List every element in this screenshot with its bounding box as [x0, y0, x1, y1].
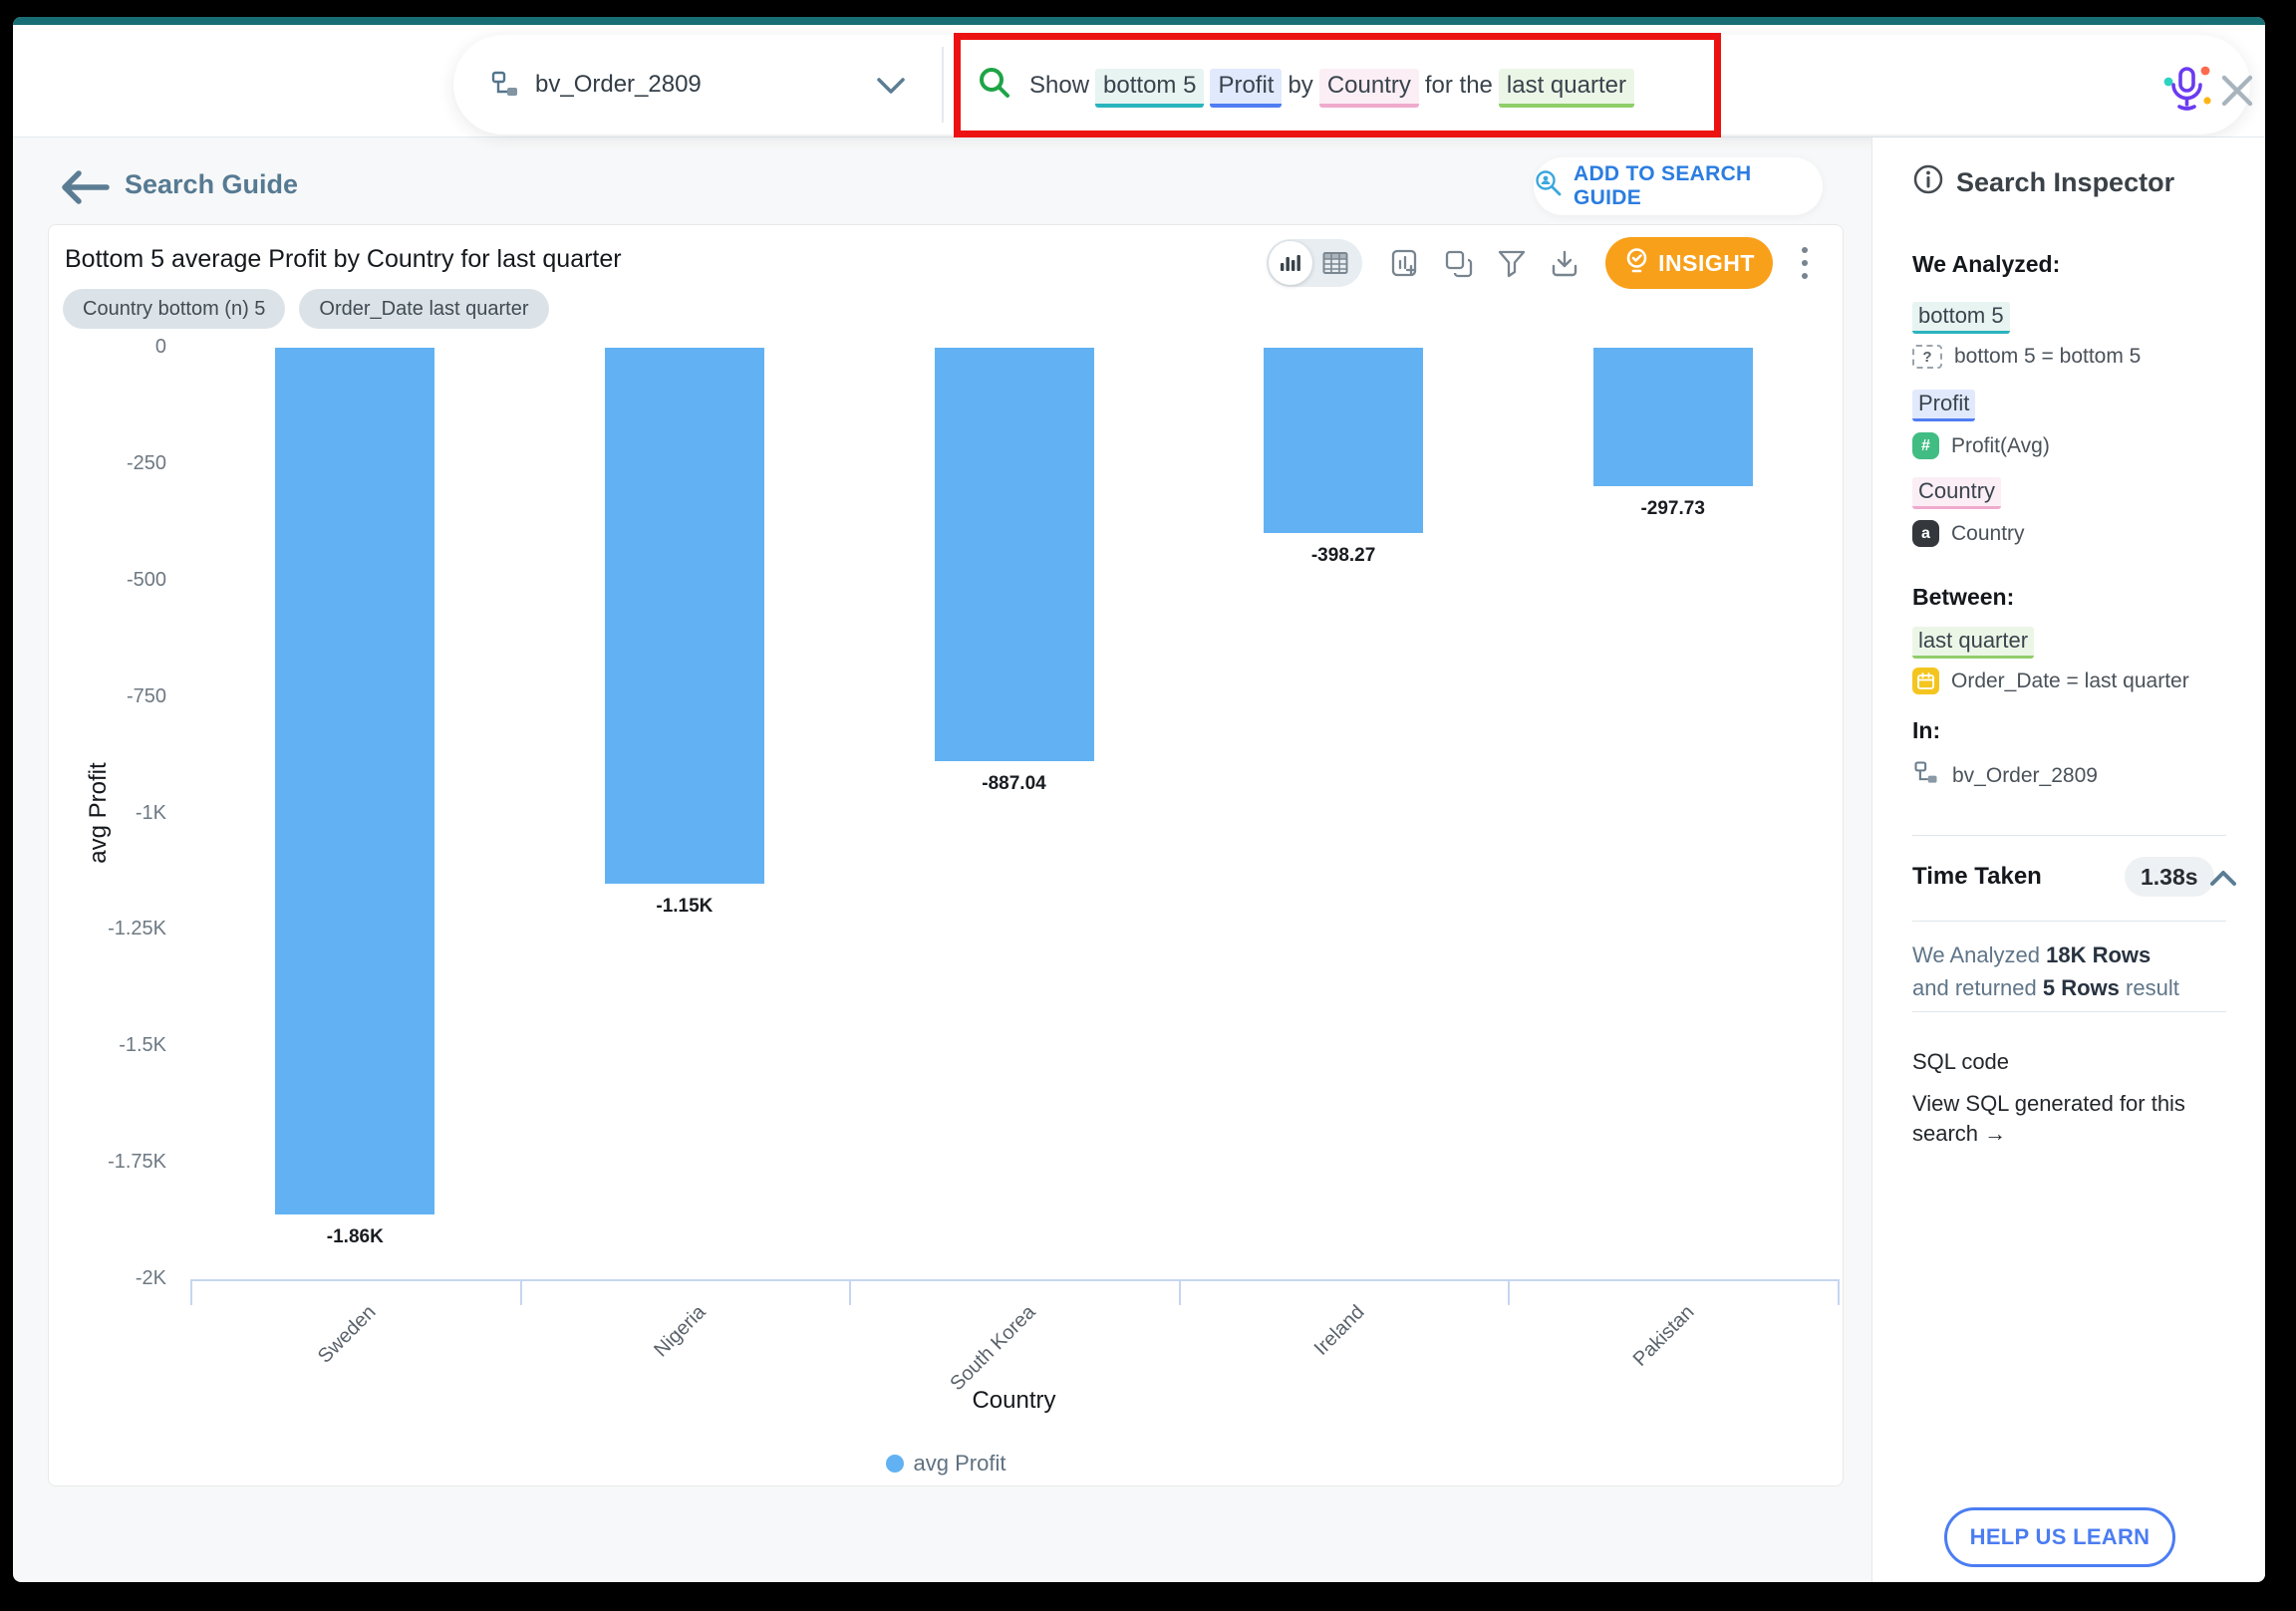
- divider: [1912, 921, 2226, 922]
- y-axis-tick-label: -1.5K: [57, 1034, 166, 1057]
- sql-code-label: SQL code: [1912, 1049, 2009, 1075]
- x-axis-line: [190, 1279, 1838, 1281]
- legend-marker: [886, 1455, 904, 1473]
- between-detail-row: Order_Date = last quarter: [1912, 668, 2189, 694]
- query-token-measure[interactable]: Profit: [1210, 69, 1282, 108]
- result-card: Bottom 5 average Profit by Country for l…: [48, 224, 1844, 1486]
- inspector-detail-text: Country: [1951, 522, 2025, 546]
- x-axis-tick: [1179, 1279, 1181, 1305]
- view-sql-link[interactable]: View SQL generated for this search →: [1912, 1089, 2211, 1149]
- inspector-detail-text: bottom 5 = bottom 5: [1954, 345, 2141, 369]
- measure-icon: #: [1912, 432, 1939, 459]
- x-axis-category-label: Pakistan: [1528, 1301, 1699, 1473]
- search-icon: [977, 65, 1012, 106]
- calendar-icon: [1912, 668, 1939, 694]
- time-taken-label: Time Taken: [1912, 863, 2042, 891]
- bar-sweden[interactable]: [275, 348, 434, 1214]
- business-view-icon: [489, 69, 521, 106]
- divider: [1912, 1011, 2226, 1012]
- arrow-right-icon: →: [1984, 1121, 2006, 1146]
- x-axis-title: Country: [905, 1387, 1124, 1415]
- x-axis-tick: [190, 1279, 192, 1305]
- chevron-up-icon[interactable]: [2209, 869, 2237, 892]
- inspector-detail-text: Profit(Avg): [1951, 434, 2050, 458]
- page-title: Search Guide: [125, 169, 298, 200]
- y-axis-title: avg Profit: [85, 703, 113, 923]
- search-query-text: Showbottom 5ProfitbyCountryfor thelast q…: [1026, 72, 1637, 100]
- add-guide-label: ADD TO SEARCH GUIDE: [1574, 162, 1823, 210]
- bar-pakistan[interactable]: [1593, 348, 1753, 486]
- attribute-icon: a: [1912, 520, 1939, 547]
- between-detail: Order_Date = last quarter: [1951, 670, 2189, 693]
- y-axis-tick-label: 0: [57, 336, 166, 359]
- search-inspector-panel: Search Inspector We Analyzed: bottom 5? b…: [1871, 137, 2265, 1582]
- info-icon: [1912, 163, 1944, 202]
- chart-legend[interactable]: avg Profit: [49, 1451, 1843, 1477]
- query-word: Show: [1029, 72, 1089, 99]
- inspector-token-measure: Profit: [1912, 391, 1975, 416]
- inspector-header: Search Inspector: [1912, 163, 2174, 202]
- bar-chart-plot: 0-250-500-750-1K-1.25K-1.5K-1.75K-2K-1.8…: [49, 225, 1843, 1485]
- bar-value-label: -1.86K: [265, 1226, 444, 1248]
- close-icon[interactable]: [2219, 73, 2255, 109]
- voice-search-icon[interactable]: [2163, 63, 2211, 115]
- x-axis-category-label: Ireland: [1199, 1301, 1370, 1473]
- bar-south-korea[interactable]: [935, 348, 1094, 761]
- x-axis-category-label: Sweden: [210, 1301, 382, 1473]
- in-label: In:: [1912, 717, 1940, 744]
- bar-ireland[interactable]: [1264, 348, 1423, 533]
- x-axis-tick: [1838, 1279, 1840, 1305]
- rows-summary: We Analyzed 18K Rows and returned 5 Rows…: [1912, 939, 2179, 1004]
- inspector-detail-row: a Country: [1912, 520, 2025, 547]
- bar-value-label: -297.73: [1583, 498, 1763, 520]
- header-divider: [942, 47, 944, 123]
- chevron-down-icon[interactable]: [876, 77, 906, 100]
- app-window: bv_Order_2809 Showbottom 5ProfitbyCountr…: [13, 17, 2265, 1582]
- in-detail-row: bv_Order_2809: [1912, 759, 2098, 793]
- bar-value-label: -1.15K: [595, 896, 774, 918]
- query-token-time[interactable]: last quarter: [1499, 69, 1634, 108]
- we-analyzed-label: We Analyzed:: [1912, 251, 2060, 278]
- inspector-title: Search Inspector: [1956, 167, 2174, 198]
- legend-label: avg Profit: [914, 1451, 1006, 1477]
- x-axis-tick: [1508, 1279, 1510, 1305]
- back-arrow-icon[interactable]: [58, 169, 112, 210]
- bar-nigeria[interactable]: [605, 348, 764, 884]
- bar-value-label: -887.04: [925, 773, 1104, 795]
- y-axis-tick-label: -2K: [57, 1267, 166, 1290]
- screenshot-canvas: bv_Order_2809 Showbottom 5ProfitbyCountr…: [0, 0, 2296, 1611]
- bar-value-label: -398.27: [1254, 545, 1433, 567]
- between-token: last quarter: [1912, 628, 2034, 654]
- x-axis-tick: [849, 1279, 851, 1305]
- y-axis-tick-label: -250: [57, 452, 166, 475]
- help-us-learn-button[interactable]: HELP US LEARN: [1944, 1507, 2175, 1567]
- time-taken-badge: 1.38s: [2125, 857, 2214, 897]
- inspector-detail-row: # Profit(Avg): [1912, 432, 2050, 459]
- question-icon: ?: [1912, 345, 1942, 369]
- query-token-dimension[interactable]: Country: [1319, 69, 1419, 108]
- main-content: Search Guide ADD TO SEARCH GUIDE Bottom …: [13, 137, 1871, 1582]
- x-axis-category-label: Nigeria: [539, 1301, 711, 1473]
- business-view-icon: [1912, 759, 1940, 793]
- dataset-selector-value[interactable]: bv_Order_2809: [535, 71, 702, 99]
- between-label: Between:: [1912, 584, 2014, 611]
- y-axis-tick-label: -1.75K: [57, 1151, 166, 1174]
- query-word: for the: [1425, 72, 1493, 99]
- add-guide-icon: [1534, 168, 1564, 204]
- query-token-keyword[interactable]: bottom 5: [1095, 69, 1204, 108]
- top-accent-bar: [13, 17, 2265, 25]
- query-word: by: [1288, 72, 1312, 99]
- search-input[interactable]: Showbottom 5Profitby Countryfor thelast q…: [954, 33, 1721, 137]
- in-dataset-name: bv_Order_2809: [1952, 764, 2098, 788]
- x-axis-tick: [520, 1279, 522, 1305]
- inspector-token-dimension: Country: [1912, 478, 2001, 504]
- inspector-detail-row: ? bottom 5 = bottom 5: [1912, 345, 2141, 369]
- divider: [1912, 835, 2226, 836]
- top-search-header: bv_Order_2809 Showbottom 5Profitby Countr…: [13, 25, 2265, 137]
- y-axis-tick-label: -500: [57, 569, 166, 592]
- add-to-search-guide-button[interactable]: ADD TO SEARCH GUIDE: [1534, 157, 1823, 215]
- inspector-token-keyword: bottom 5: [1912, 303, 2010, 329]
